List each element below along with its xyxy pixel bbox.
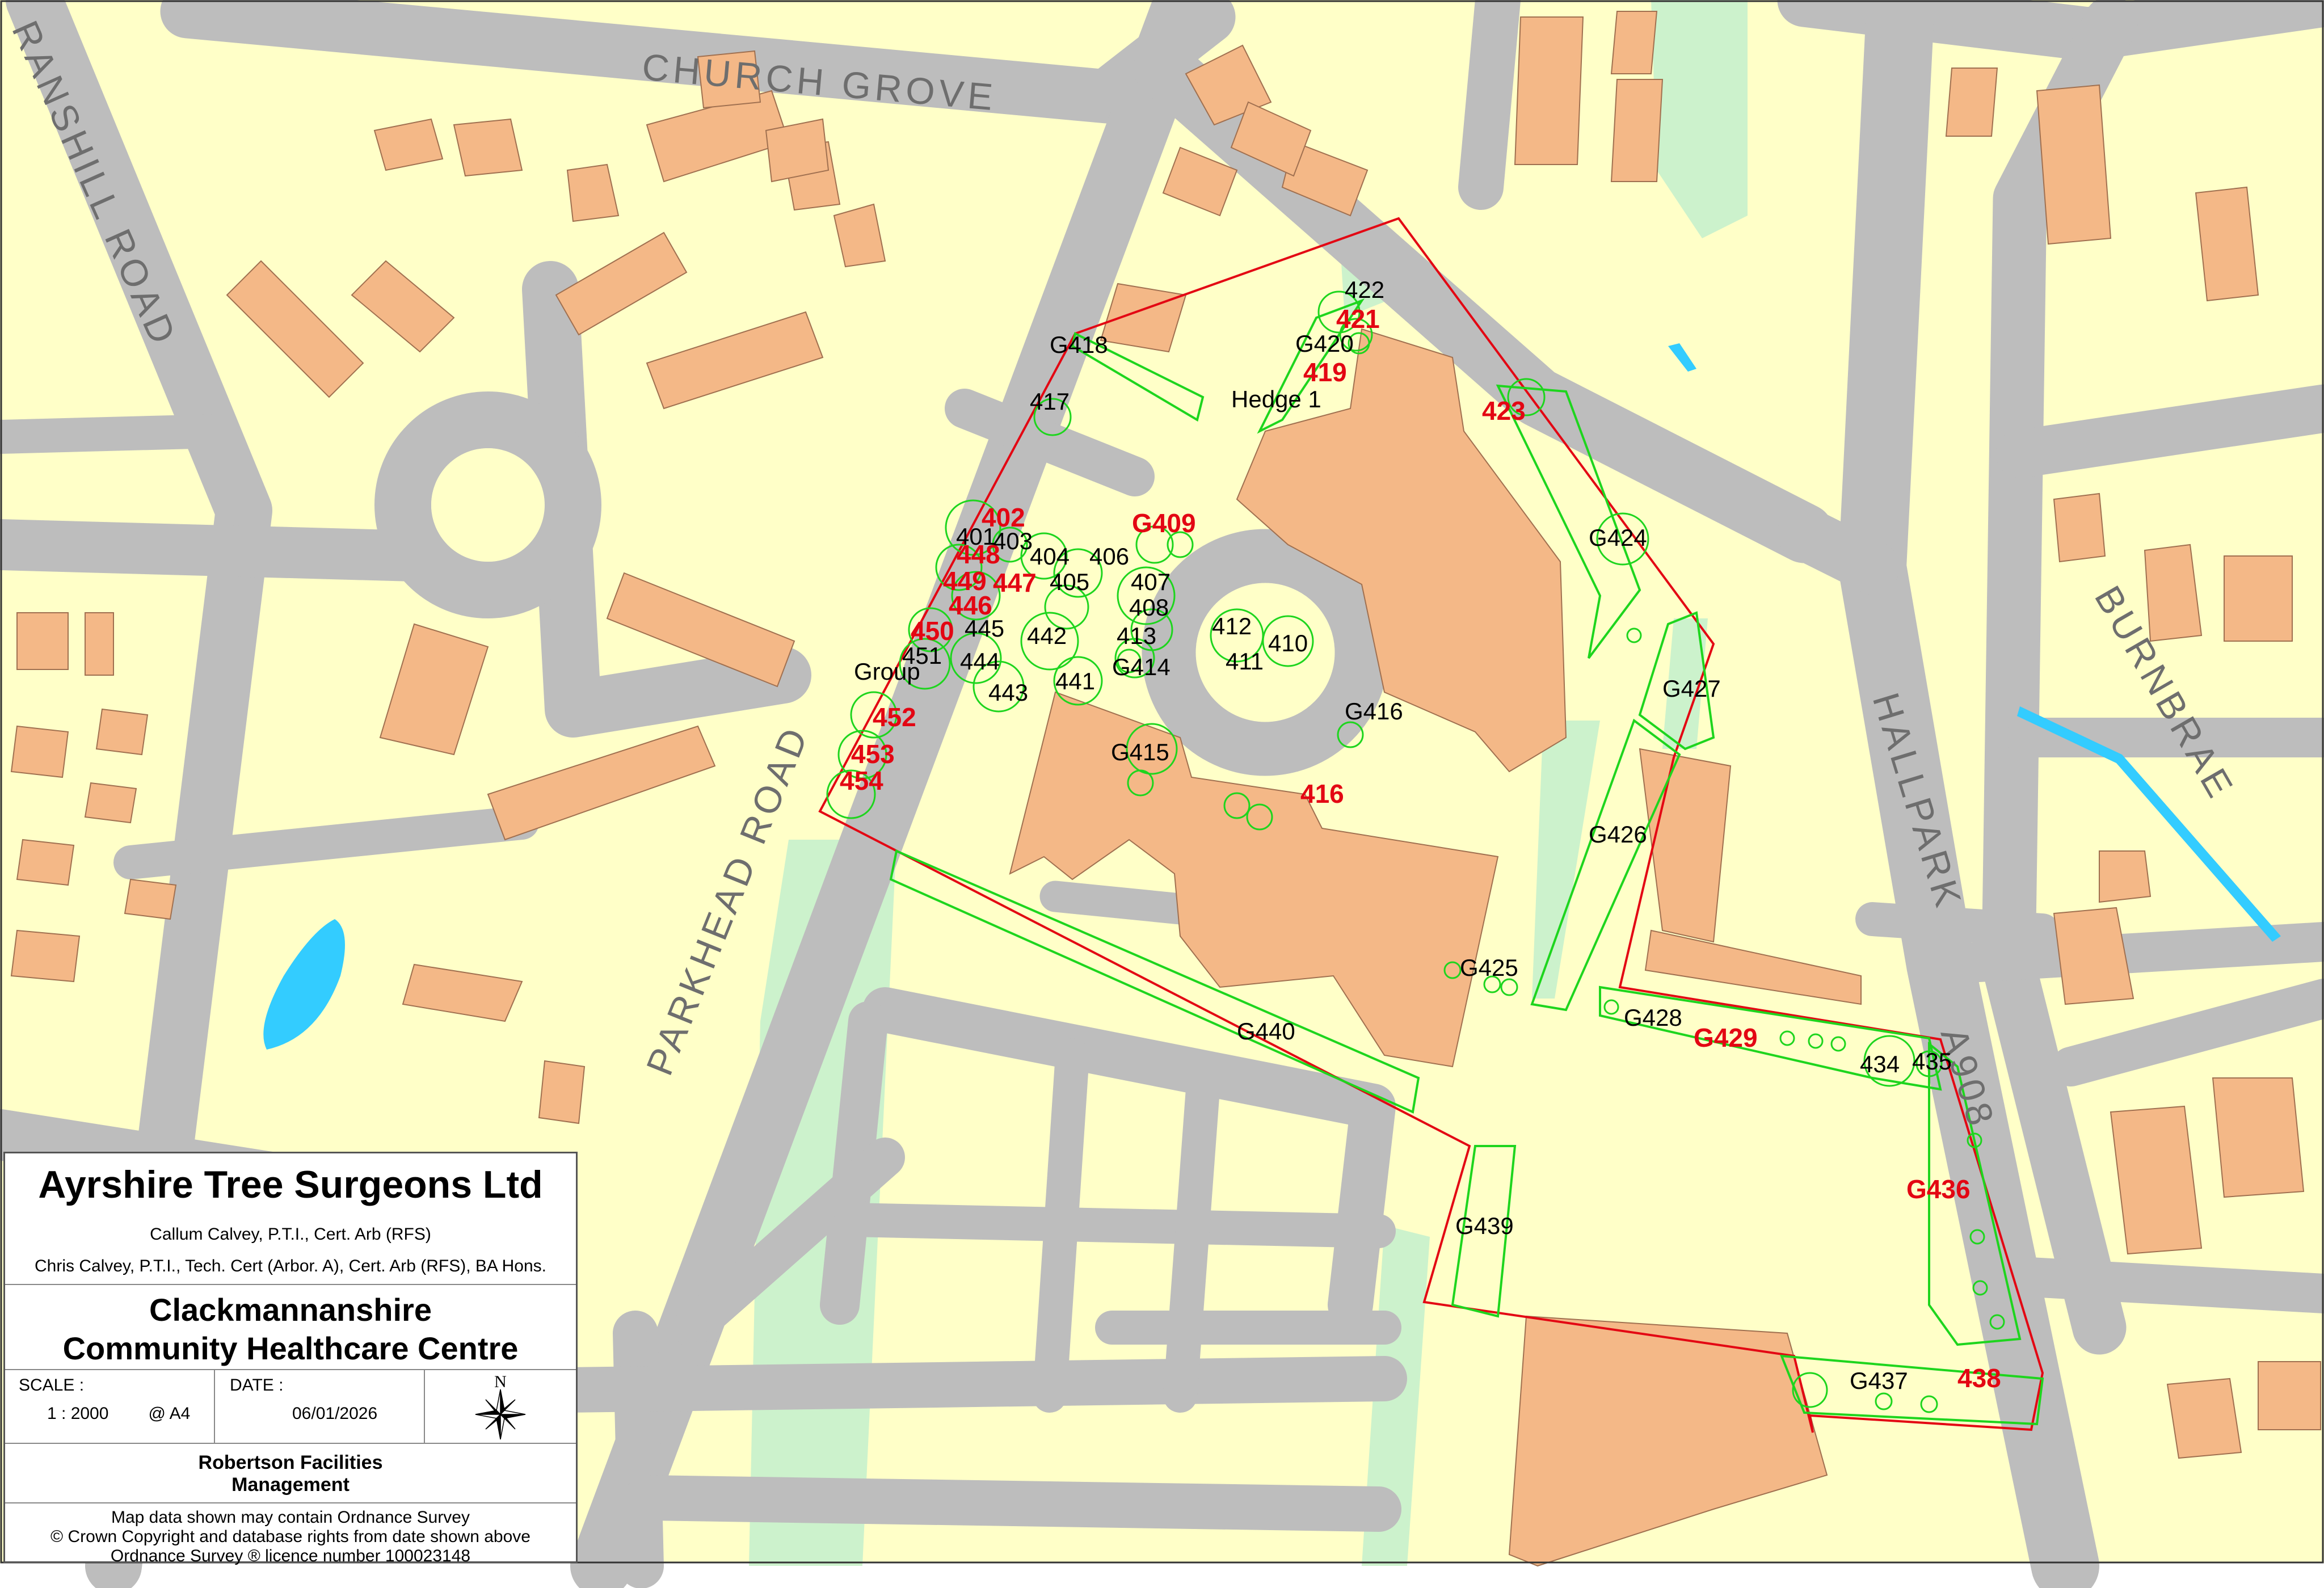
north-arrow: N (425, 1370, 576, 1443)
tree-label-flagged[interactable]: G429 (1694, 1023, 1758, 1052)
paper-size: @ A4 (148, 1404, 191, 1423)
date-cell: DATE : 06/01/2026 (215, 1370, 425, 1443)
tree-label[interactable]: Group (854, 658, 920, 685)
map-viewport[interactable]: CHURCH GROVE RANSHILL ROAD PARKHEAD ROAD… (0, 0, 2324, 1588)
client-line2: Management (231, 1474, 350, 1496)
tree-label[interactable]: G415 (1111, 739, 1169, 765)
tree-label-flagged[interactable]: 452 (873, 702, 916, 732)
date-label: DATE : (230, 1376, 284, 1395)
tree-label[interactable]: G425 (1460, 954, 1518, 981)
tree-label[interactable]: 417 (1030, 388, 1070, 415)
tree-label[interactable]: 413 (1117, 622, 1156, 649)
tree-label[interactable]: 434 (1860, 1051, 1900, 1077)
tree-label[interactable]: 442 (1027, 622, 1067, 649)
tree-label[interactable]: G427 (1662, 675, 1721, 702)
tree-label[interactable]: 405 (1050, 568, 1089, 595)
copyright-line2: © Crown Copyright and database rights fr… (50, 1527, 531, 1546)
tree-label[interactable]: G420 (1295, 330, 1354, 357)
tree-label[interactable]: G440 (1237, 1018, 1295, 1044)
compass-rose-icon: N (475, 1372, 526, 1440)
tree-label[interactable]: 407 (1131, 568, 1171, 595)
tree-label[interactable]: G418 (1050, 331, 1108, 358)
tree-label[interactable]: 404 (1030, 543, 1070, 570)
surveyor-2: Chris Calvey, P.T.I., Tech. Cert (Arbor.… (35, 1257, 546, 1275)
scale-label: SCALE : (19, 1376, 85, 1395)
north-letter: N (494, 1372, 507, 1391)
scale-value: 1 : 2000 (47, 1404, 109, 1423)
tree-label[interactable]: 443 (988, 679, 1028, 706)
tree-label[interactable]: G414 (1112, 654, 1171, 680)
project-title-line2: Community Healthcare Centre (62, 1330, 519, 1366)
tree-label[interactable]: G424 (1589, 524, 1647, 551)
scale-date-panel: SCALE : 1 : 2000 @ A4 DATE : 06/01/2026 N (5, 1369, 576, 1443)
company-panel: Ayrshire Tree Surgeons Ltd Callum Calvey… (5, 1153, 576, 1284)
date-value: 06/01/2026 (292, 1404, 378, 1423)
client-panel: Robertson Facilities Management (5, 1443, 576, 1502)
tree-label-flagged[interactable]: 453 (851, 739, 895, 769)
tree-label[interactable]: 435 (1912, 1048, 1952, 1075)
tree-label-flagged[interactable]: 438 (1957, 1363, 2001, 1393)
scale-cell: SCALE : 1 : 2000 @ A4 (5, 1370, 215, 1443)
tree-label[interactable]: 441 (1055, 668, 1095, 694)
tree-label-flagged[interactable]: 446 (949, 591, 992, 620)
company-name: Ayrshire Tree Surgeons Ltd (38, 1163, 543, 1206)
copyright-panel: Map data shown may contain Ordnance Surv… (5, 1502, 576, 1565)
surveyor-1: Callum Calvey, P.T.I., Cert. Arb (RFS) (150, 1225, 431, 1244)
tree-label[interactable]: G428 (1624, 1004, 1682, 1031)
tree-label[interactable]: 444 (960, 648, 1000, 675)
tree-label-flagged[interactable]: 454 (840, 766, 883, 795)
tree-label[interactable]: G439 (1455, 1212, 1514, 1239)
client-line1: Robertson Facilities (198, 1452, 383, 1473)
tree-label[interactable]: G416 (1345, 698, 1403, 725)
tree-label-flagged[interactable]: G409 (1132, 508, 1196, 538)
project-title-line1: Clackmannanshire (149, 1292, 432, 1328)
tree-label[interactable]: 411 (1226, 648, 1264, 675)
tree-label-flagged[interactable]: 448 (957, 540, 1000, 569)
tree-label-flagged[interactable]: 419 (1303, 357, 1347, 387)
tree-label-flagged[interactable]: 402 (982, 503, 1025, 532)
tree-label-flagged[interactable]: G436 (1906, 1174, 1971, 1204)
tree-label[interactable]: 408 (1129, 594, 1169, 621)
copyright-line3: Ordnance Survey ® licence number 1000231… (110, 1547, 471, 1565)
copyright-line1: Map data shown may contain Ordnance Surv… (111, 1508, 470, 1527)
tree-label[interactable]: 406 (1089, 543, 1129, 570)
tree-label[interactable]: 410 (1268, 630, 1308, 656)
tree-label[interactable]: G437 (1850, 1367, 1908, 1394)
page-margin (0, 1563, 2324, 1588)
tree-label-flagged[interactable]: 447 (993, 568, 1037, 597)
tree-label[interactable]: G426 (1589, 821, 1647, 848)
tree-label-flagged[interactable]: 450 (911, 616, 954, 646)
tree-label[interactable]: Hedge 1 (1231, 386, 1321, 412)
tree-label[interactable]: 412 (1212, 613, 1252, 639)
tree-label-flagged[interactable]: 416 (1300, 779, 1344, 808)
tree-label-flagged[interactable]: 421 (1336, 304, 1380, 334)
title-block: Ayrshire Tree Surgeons Ltd Callum Calvey… (3, 1152, 578, 1565)
roundabout-island (431, 448, 545, 562)
tree-label[interactable]: 422 (1345, 276, 1384, 303)
project-panel: Clackmannanshire Community Healthcare Ce… (5, 1284, 576, 1369)
tree-label-flagged[interactable]: 423 (1482, 396, 1526, 426)
